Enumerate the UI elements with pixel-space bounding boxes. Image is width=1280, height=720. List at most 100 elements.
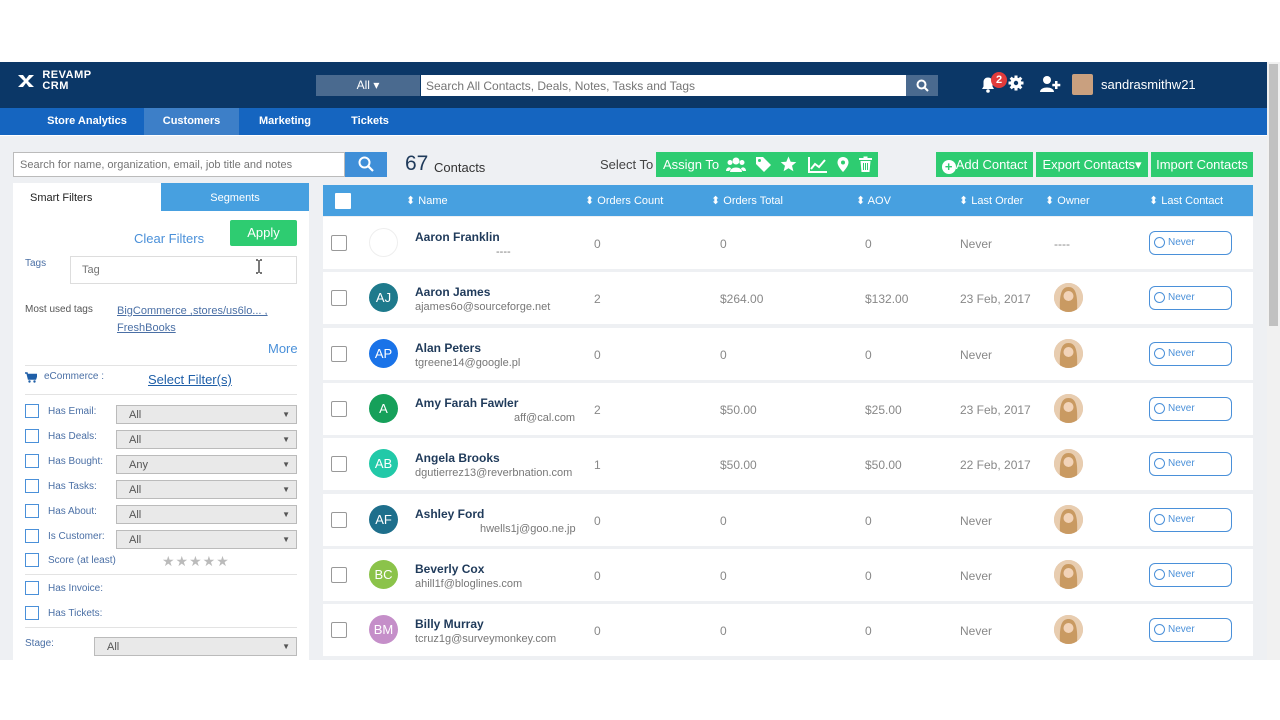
- select-all-checkbox[interactable]: [335, 193, 351, 209]
- nav-tickets[interactable]: Tickets: [340, 108, 400, 135]
- is-customer-select[interactable]: All ▼: [116, 530, 297, 549]
- has-about-checkbox[interactable]: [25, 504, 39, 518]
- last-contact-button[interactable]: Never: [1149, 452, 1232, 477]
- has-tickets-checkbox[interactable]: [25, 606, 39, 620]
- contact-search-input[interactable]: [13, 152, 345, 177]
- add-contact-button[interactable]: + Add Contact: [936, 152, 1033, 177]
- global-search-button[interactable]: [906, 75, 938, 96]
- import-contacts-button[interactable]: Import Contacts: [1151, 152, 1253, 177]
- row-checkbox[interactable]: [331, 290, 347, 307]
- owner-avatar[interactable]: [1054, 559, 1083, 589]
- score-stars[interactable]: ★★★★★: [162, 553, 230, 570]
- location-pin-icon[interactable]: [836, 156, 850, 173]
- contact-avatar: A: [369, 393, 398, 423]
- clock-icon: [1154, 347, 1165, 359]
- tag-icon[interactable]: [755, 156, 772, 173]
- global-search-input[interactable]: [421, 75, 906, 96]
- owner-avatar[interactable]: [1054, 393, 1083, 423]
- last-contact-button[interactable]: Never: [1149, 341, 1232, 366]
- has-tasks-checkbox[interactable]: [25, 479, 39, 493]
- contact-email: hwells1j@goo.ne.jp: [480, 522, 576, 535]
- has-email-checkbox[interactable]: [25, 404, 39, 418]
- has-about-select[interactable]: All ▼: [116, 505, 297, 524]
- chart-icon[interactable]: [808, 156, 828, 173]
- caret-down-icon: ▼: [282, 460, 290, 469]
- has-bought-select[interactable]: Any ▼: [116, 455, 297, 474]
- has-deals-checkbox[interactable]: [25, 429, 39, 443]
- score-checkbox[interactable]: [25, 553, 39, 567]
- owner-avatar[interactable]: [1054, 338, 1083, 368]
- has-invoice-checkbox[interactable]: [25, 581, 39, 595]
- select-filters-link[interactable]: Select Filter(s): [148, 372, 232, 387]
- row-checkbox[interactable]: [331, 345, 347, 362]
- col-owner[interactable]: ⬍ Owner: [1045, 194, 1090, 207]
- orders-total: $264.00: [720, 292, 764, 307]
- last-contact-button[interactable]: Never: [1149, 396, 1232, 421]
- col-last-contact[interactable]: ⬍ Last Contact: [1149, 194, 1223, 207]
- contact-name[interactable]: Beverly Cox: [415, 562, 484, 576]
- row-checkbox[interactable]: [331, 622, 347, 639]
- last-contact-button[interactable]: Never: [1149, 618, 1232, 643]
- row-checkbox[interactable]: [331, 456, 347, 473]
- col-orders-count[interactable]: ⬍ Orders Count: [585, 194, 663, 207]
- nav-marketing[interactable]: Marketing: [248, 108, 322, 135]
- apply-button[interactable]: Apply: [230, 220, 297, 246]
- row-checkbox[interactable]: [331, 511, 347, 528]
- trash-icon[interactable]: [858, 156, 873, 173]
- star-icon[interactable]: [780, 156, 797, 173]
- tag-link-bigcommerce[interactable]: BigCommerce ,: [117, 305, 193, 317]
- export-contacts-button[interactable]: Export Contacts▾: [1036, 152, 1148, 177]
- last-contact-button[interactable]: Never: [1149, 231, 1232, 255]
- row-checkbox[interactable]: [331, 235, 347, 251]
- more-tags-link[interactable]: More: [268, 341, 298, 356]
- contact-search-button[interactable]: [345, 152, 387, 177]
- last-order: 22 Feb, 2017: [960, 458, 1031, 473]
- contact-name[interactable]: Aaron Franklin: [415, 230, 500, 244]
- col-last-order[interactable]: ⬍ Last Order: [959, 194, 1023, 207]
- has-bought-checkbox[interactable]: [25, 454, 39, 468]
- scrollbar-thumb[interactable]: [1269, 64, 1278, 326]
- stage-select[interactable]: All ▼: [94, 637, 297, 656]
- row-checkbox[interactable]: [331, 400, 347, 417]
- sort-icon: ⬍: [711, 195, 721, 207]
- last-contact-button[interactable]: Never: [1149, 507, 1232, 532]
- tag-link-stores[interactable]: stores/us6lo... ,: [193, 305, 268, 317]
- contact-name[interactable]: Amy Farah Fawler: [415, 396, 518, 410]
- contact-email: dgutierrez13@reverbnation.com: [415, 467, 573, 480]
- tab-smart-filters[interactable]: Smart Filters: [13, 183, 161, 211]
- last-contact-button[interactable]: Never: [1149, 286, 1232, 311]
- gear-icon[interactable]: [1008, 75, 1024, 91]
- is-customer-checkbox[interactable]: [25, 529, 39, 543]
- nav-store-analytics[interactable]: Store Analytics: [30, 108, 144, 135]
- search-scope-select[interactable]: All ▾: [316, 75, 420, 96]
- has-email-select[interactable]: All ▼: [116, 405, 297, 424]
- stage-label: Stage:: [25, 638, 54, 649]
- clear-filters-link[interactable]: Clear Filters: [134, 231, 204, 246]
- contact-name[interactable]: Billy Murray: [415, 617, 484, 631]
- contact-name[interactable]: Ashley Ford: [415, 507, 484, 521]
- col-name[interactable]: ⬍ Name: [406, 194, 448, 207]
- add-user-icon[interactable]: [1039, 75, 1061, 93]
- owner-avatar[interactable]: [1054, 449, 1083, 479]
- col-orders-total[interactable]: ⬍ Orders Total: [711, 194, 783, 207]
- logo[interactable]: REVAMP CRM: [16, 70, 92, 92]
- owner-avatar[interactable]: [1054, 615, 1083, 645]
- owner-photo: [1054, 504, 1083, 534]
- nav-customers[interactable]: Customers: [144, 108, 239, 135]
- tab-segments[interactable]: Segments: [161, 183, 309, 211]
- row-checkbox[interactable]: [331, 566, 347, 583]
- last-contact-button[interactable]: Never: [1149, 562, 1232, 587]
- contact-name[interactable]: Alan Peters: [415, 341, 481, 355]
- col-aov[interactable]: ⬍ AOV: [856, 194, 891, 207]
- has-tasks-select[interactable]: All ▼: [116, 480, 297, 499]
- contact-name[interactable]: Angela Brooks: [415, 451, 500, 465]
- username[interactable]: sandrasmithw21: [1101, 77, 1196, 92]
- tag-link-freshbooks[interactable]: FreshBooks: [117, 322, 176, 334]
- assign-to-button[interactable]: Assign To: [663, 157, 719, 172]
- group-icon[interactable]: [726, 156, 746, 173]
- owner-avatar[interactable]: [1054, 504, 1083, 534]
- user-avatar[interactable]: [1072, 74, 1093, 95]
- has-deals-select[interactable]: All ▼: [116, 430, 297, 449]
- has-invoice-label: Has Invoice:: [48, 583, 104, 594]
- contact-name[interactable]: Aaron James: [415, 285, 490, 299]
